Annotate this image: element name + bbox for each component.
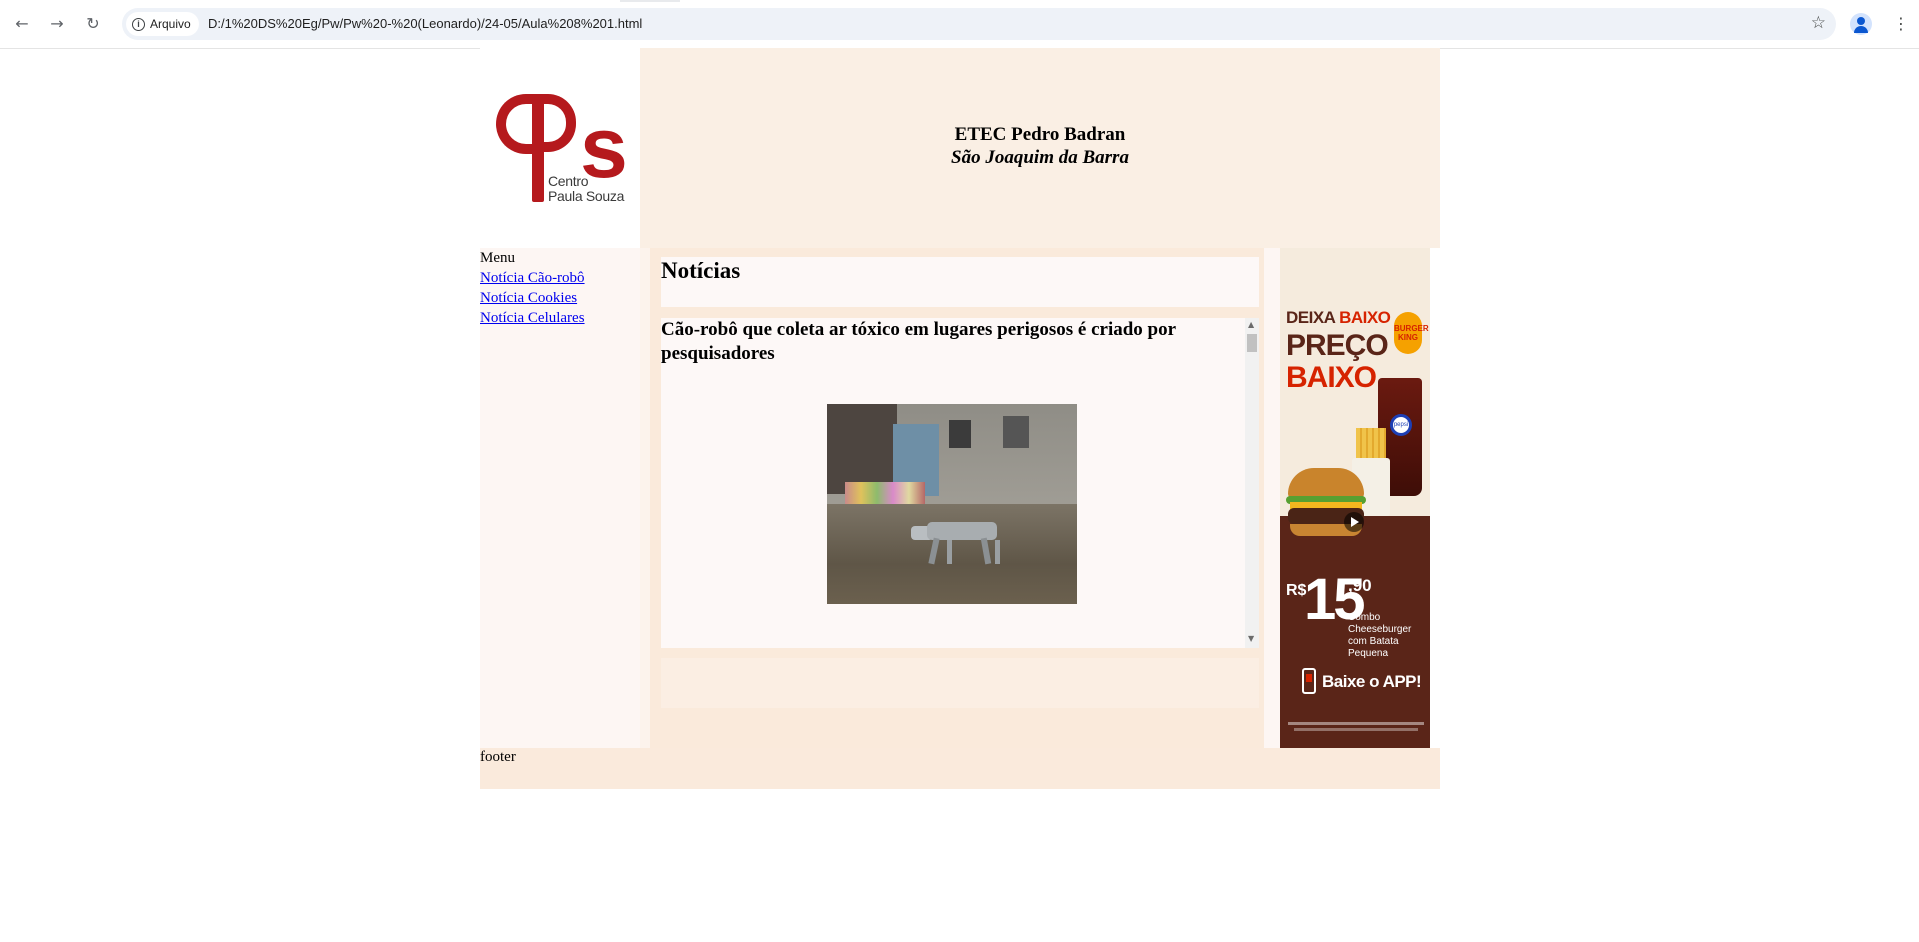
photo-window [1003, 416, 1029, 448]
sidebar-link-cookies[interactable]: Notícia Cookies [480, 290, 577, 307]
sidebar-link-celulares[interactable]: Notícia Celulares [480, 310, 585, 327]
reload-icon[interactable]: ↻ [82, 13, 104, 35]
ad-fine-print [1294, 728, 1418, 731]
article-scrollbar[interactable]: ▲ ▼ [1245, 318, 1259, 648]
cps-logo: s Centro Paula Souza [480, 48, 640, 248]
footer-text: footer [480, 749, 516, 765]
sidebar-link-cao-robo[interactable]: Notícia Cão-robô [480, 270, 585, 287]
ad-headline-line3: BAIXO [1286, 361, 1377, 394]
ad-price-cents: ,90 [1348, 576, 1372, 595]
address-bar[interactable]: i Arquivo D:/1%20DS%20Eg/Pw/Pw%20-%20(Le… [122, 8, 1836, 40]
main-left-strip [640, 248, 650, 748]
more-menu-icon[interactable]: ⋮ [1893, 13, 1909, 35]
ad-burger-bun [1288, 468, 1364, 498]
scroll-down-arrow-icon[interactable]: ▼ [1248, 634, 1254, 643]
phone-icon [1302, 668, 1316, 694]
ad-headline-line2: PREÇO [1286, 329, 1389, 362]
photo-doorway [827, 404, 897, 494]
ad-headline-deixa: DEIXA [1286, 308, 1335, 327]
profile-icon[interactable] [1850, 13, 1872, 35]
logo-text-line2: Paula Souza [548, 188, 625, 204]
page-container: s Centro Paula Souza ETEC Pedro Badran S… [480, 48, 1440, 789]
robot-dog-photo [827, 404, 1077, 604]
tab-indicator [620, 0, 680, 2]
robot-leg [947, 540, 952, 564]
main-content: Notícias Cão-robô que coleta ar tóxico e… [640, 248, 1264, 748]
ad-headline-baixo: BAIXO [1339, 308, 1391, 327]
photo-ground [827, 504, 1077, 604]
ad-app-cta: Baixe o APP! [1322, 672, 1422, 691]
logo-letter-p-bowl [538, 94, 576, 152]
pepsi-logo: pepsi [1390, 414, 1412, 436]
info-icon: i [132, 17, 145, 31]
section-title-box: Notícias [661, 257, 1259, 307]
ad-combo-line2: com Batata Pequena [1348, 636, 1399, 659]
forward-arrow-icon[interactable]: → [46, 13, 68, 35]
bottom-panel [661, 658, 1259, 708]
page-footer: footer [480, 748, 1440, 789]
page-header: ETEC Pedro Badran São Joaquim da Barra [640, 48, 1440, 248]
photo-window [949, 420, 971, 448]
site-info-chip[interactable]: i Arquivo [126, 12, 199, 36]
ad-combo-line1: Combo Cheeseburger [1348, 612, 1412, 635]
scroll-up-arrow-icon[interactable]: ▲ [1248, 320, 1254, 329]
scrollbar-thumb[interactable] [1247, 334, 1257, 352]
burger-king-ad[interactable]: DEIXA BAIXO PREÇO BAIXO BURGER KING peps… [1280, 248, 1430, 748]
photo-flowers [845, 482, 925, 506]
browser-toolbar: ← → ↻ i Arquivo D:/1%20DS%20Eg/Pw/Pw%20-… [0, 0, 1919, 49]
back-arrow-icon[interactable]: ← [11, 13, 33, 35]
article-title: Cão-robô que coleta ar tóxico em lugares… [661, 319, 1176, 364]
play-icon[interactable] [1344, 512, 1364, 532]
burger-king-logo: BURGER KING [1394, 312, 1429, 354]
menu-title: Menu [480, 250, 515, 266]
robot-leg [995, 540, 1000, 564]
sidebar-menu: Menu Notícia Cão-robô Notícia Cookies No… [480, 248, 640, 748]
content-gap [1264, 248, 1280, 748]
site-info-label: Arquivo [150, 17, 191, 31]
section-title: Notícias [661, 258, 741, 283]
ad-fine-print [1288, 722, 1424, 725]
school-city: São Joaquim da Barra [951, 147, 1129, 168]
logo-text: Centro Paula Souza [548, 174, 624, 204]
logo-text-line1: Centro [548, 173, 589, 189]
ad-combo-text: Combo Cheeseburger com Batata Pequena [1348, 612, 1430, 660]
url-text[interactable]: D:/1%20DS%20Eg/Pw/Pw%20-%20(Leonardo)/24… [208, 8, 642, 40]
ad-headline-line1: DEIXA BAIXO [1286, 308, 1391, 328]
article-frame[interactable]: Cão-robô que coleta ar tóxico em lugares… [661, 318, 1259, 648]
school-name: ETEC Pedro Badran [954, 124, 1126, 145]
bookmark-star-icon[interactable]: ☆ [1811, 13, 1826, 33]
